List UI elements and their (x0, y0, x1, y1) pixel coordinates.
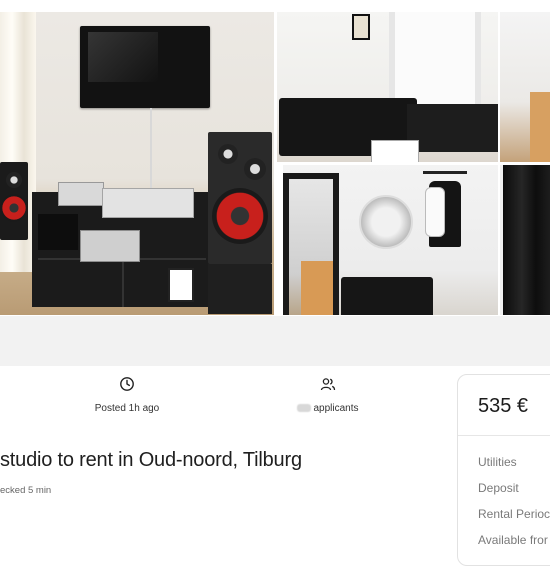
stat-posted: Posted 1h ago (57, 376, 197, 416)
utilities-label: Utilities (478, 455, 517, 469)
main-photo-living-room[interactable] (0, 12, 274, 315)
wooden-cabinet (301, 261, 333, 315)
gray-band (0, 316, 550, 366)
window (389, 12, 481, 107)
left-speaker (0, 162, 28, 240)
divider (458, 435, 550, 436)
users-icon (320, 378, 336, 391)
photo-door[interactable] (500, 12, 550, 162)
right-speaker (208, 132, 272, 264)
boots (341, 277, 433, 315)
stat-applicants: applicants (258, 376, 398, 416)
photo-gallery (0, 0, 550, 316)
photo-bedroom[interactable] (277, 12, 498, 162)
turntable (102, 188, 194, 218)
tv (80, 26, 210, 108)
clock-icon (120, 377, 134, 391)
cassette-deck (58, 182, 104, 206)
posted-label: Posted 1h ago (94, 403, 160, 414)
price: 535 € (478, 395, 529, 417)
checked-time: ecked 5 min (0, 485, 52, 496)
coat-hook (423, 171, 467, 174)
applicants-label: applicants (313, 403, 359, 414)
price-card: 535 € Utilities Deposit Rental Perioc Av… (457, 374, 550, 566)
photo-hallway[interactable] (283, 165, 498, 315)
listing-title: studio to rent in Oud-noord, Tilburg (0, 449, 302, 471)
deposit-label: Deposit (478, 481, 519, 495)
crate (371, 140, 419, 162)
wall-picture (352, 14, 370, 40)
photo-curtain[interactable] (500, 165, 550, 315)
round-mirror (359, 195, 413, 249)
sofa (407, 104, 498, 152)
available-from-label: Available fror (478, 533, 548, 547)
rental-period-label: Rental Perioc (478, 507, 550, 521)
picture-frame (168, 268, 194, 302)
applicants-count-blurred (297, 404, 312, 413)
amplifier (80, 230, 140, 262)
dotted-dress (425, 187, 445, 237)
